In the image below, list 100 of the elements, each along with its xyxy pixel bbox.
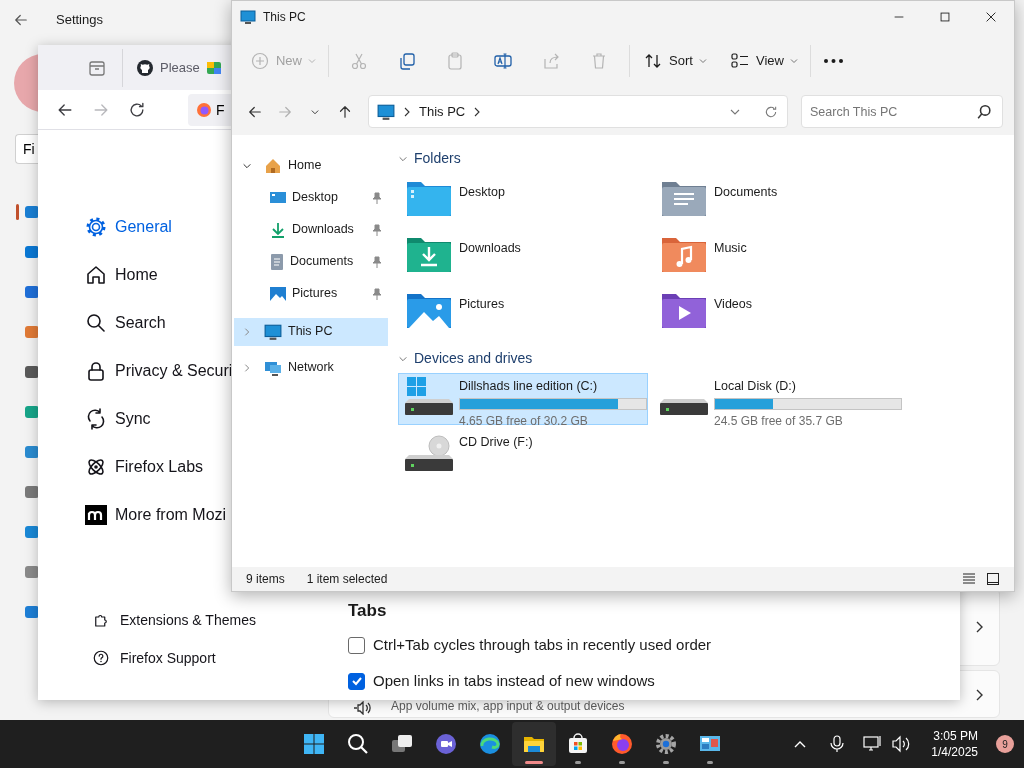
tile-icon bbox=[986, 572, 1000, 587]
breadcrumb-item[interactable]: This PC bbox=[419, 101, 466, 122]
drive-tile[interactable]: CD Drive (F:) bbox=[398, 428, 648, 481]
search-icon bbox=[346, 732, 370, 756]
folder-tile[interactable]: Downloads bbox=[398, 232, 648, 289]
address-bar[interactable]: This PC bbox=[368, 95, 788, 129]
hard-drive-icon bbox=[660, 398, 708, 415]
footer-link[interactable]: Extensions & Themes bbox=[84, 601, 256, 639]
gear-icon bbox=[654, 732, 678, 756]
section-header[interactable]: Folders bbox=[398, 144, 1014, 173]
category-link[interactable]: Privacy & Securi bbox=[84, 347, 233, 395]
running-indicator bbox=[525, 761, 543, 764]
sort-button[interactable]: Sort bbox=[636, 42, 714, 79]
desktop-icon bbox=[270, 190, 286, 205]
video-call-icon bbox=[434, 732, 458, 756]
clipboard-icon bbox=[445, 50, 465, 71]
speaker-icon bbox=[891, 735, 912, 753]
tree-item[interactable]: This PC bbox=[234, 317, 388, 346]
window-title: This PC bbox=[263, 9, 306, 26]
chevron-right-icon bbox=[473, 106, 482, 117]
monitor-icon bbox=[240, 9, 256, 25]
picture-icon bbox=[270, 285, 286, 302]
windows-logo-icon bbox=[302, 732, 326, 756]
setting-description: App volume mix, app input & output devices bbox=[391, 698, 625, 715]
network-icon bbox=[863, 735, 884, 753]
footer-link[interactable]: Firefox Support bbox=[84, 639, 216, 677]
maximize-icon bbox=[938, 10, 952, 24]
section-heading: Tabs bbox=[348, 600, 388, 621]
list-lines-icon bbox=[962, 572, 976, 587]
settings-category-icon bbox=[25, 206, 39, 218]
document-icon bbox=[270, 253, 284, 270]
checkbox[interactable] bbox=[348, 636, 365, 654]
browser-tab[interactable]: Please bbox=[133, 50, 203, 85]
category-link[interactable]: Search bbox=[84, 299, 166, 347]
view-button[interactable]: View bbox=[724, 42, 804, 79]
section-header[interactable]: Devices and drives bbox=[398, 344, 1014, 373]
tree-item[interactable]: Desktop bbox=[234, 181, 388, 214]
store-bag-icon bbox=[566, 732, 590, 756]
category-link[interactable]: General bbox=[84, 203, 172, 251]
monitor-icon bbox=[264, 322, 282, 341]
cd-drive-icon bbox=[405, 432, 453, 473]
running-indicator bbox=[707, 761, 713, 764]
list-view-icon bbox=[730, 50, 750, 71]
help-icon bbox=[92, 649, 110, 667]
caret-icon bbox=[789, 56, 798, 65]
gear-icon bbox=[84, 215, 108, 239]
category-link[interactable]: More from Mozi bbox=[84, 491, 227, 539]
category-link[interactable]: Firefox Labs bbox=[84, 443, 204, 491]
running-indicator bbox=[619, 761, 625, 764]
download-icon bbox=[270, 221, 286, 238]
category-link[interactable]: Sync bbox=[84, 395, 151, 443]
site-favicon-icon bbox=[205, 59, 222, 76]
home-icon bbox=[84, 263, 108, 287]
monitor-icon bbox=[377, 102, 395, 121]
copy-icon bbox=[397, 50, 417, 71]
checkbox-label: Open links in tabs instead of new windows bbox=[373, 670, 655, 691]
tree-item[interactable]: Documents bbox=[234, 245, 388, 278]
hard-drive-icon bbox=[405, 376, 453, 417]
folder-tile[interactable]: Pictures bbox=[398, 288, 648, 345]
speaker-icon bbox=[353, 701, 371, 715]
drive-tile[interactable]: Dillshads line edition (C:) 4.65 GB free of 30.2 GB bbox=[398, 372, 648, 425]
folder-tile[interactable]: Videos bbox=[653, 288, 903, 345]
running-indicator bbox=[575, 761, 581, 764]
mozilla-logo-icon bbox=[84, 503, 108, 527]
house-icon bbox=[264, 156, 282, 175]
folder-tile[interactable]: Music bbox=[653, 232, 903, 289]
check-icon bbox=[350, 675, 363, 687]
browser-logo-icon bbox=[196, 101, 212, 118]
tiles-view-button[interactable] bbox=[986, 571, 1002, 588]
running-indicator bbox=[663, 761, 669, 764]
item-count: 9 items bbox=[246, 571, 285, 589]
taskbar-button[interactable] bbox=[512, 722, 556, 766]
caret-icon bbox=[308, 56, 316, 65]
microphone-icon bbox=[829, 735, 846, 753]
clock-date[interactable]: 1/4/2025 bbox=[931, 744, 978, 761]
search-field[interactable]: Search This PC bbox=[801, 95, 1003, 129]
checkbox-label: Ctrl+Tab cycles through tabs in recently used order bbox=[373, 634, 712, 655]
caret-icon bbox=[698, 56, 707, 65]
search-field[interactable]: Fi bbox=[15, 134, 38, 164]
wave-logo-icon bbox=[478, 732, 502, 756]
search-icon bbox=[977, 105, 991, 120]
tree-item[interactable]: Downloads bbox=[234, 213, 388, 246]
close-icon bbox=[984, 10, 998, 24]
category-link[interactable]: Home bbox=[84, 251, 158, 299]
chevron-right-icon bbox=[403, 106, 411, 117]
tree-item[interactable]: Network bbox=[234, 353, 388, 382]
notification-badge[interactable]: 9 bbox=[996, 735, 1014, 753]
folder-tile[interactable]: Documents bbox=[653, 176, 903, 233]
window-title: Settings bbox=[56, 11, 103, 30]
tree-item[interactable]: Home bbox=[234, 149, 388, 182]
rename-icon bbox=[493, 50, 513, 71]
more-icon bbox=[823, 58, 843, 63]
search-icon bbox=[84, 311, 108, 335]
drive-tile[interactable]: Local Disk (D:) 24.5 GB free of 35.7 GB bbox=[653, 372, 903, 425]
checkbox[interactable] bbox=[348, 672, 365, 690]
tree-item[interactable]: Pictures bbox=[234, 277, 388, 310]
selection-count: 1 item selected bbox=[306, 571, 388, 589]
clock-time[interactable]: 3:05 PM bbox=[931, 727, 978, 744]
plus-icon bbox=[250, 50, 270, 71]
folder-tile[interactable]: Desktop bbox=[398, 176, 648, 233]
